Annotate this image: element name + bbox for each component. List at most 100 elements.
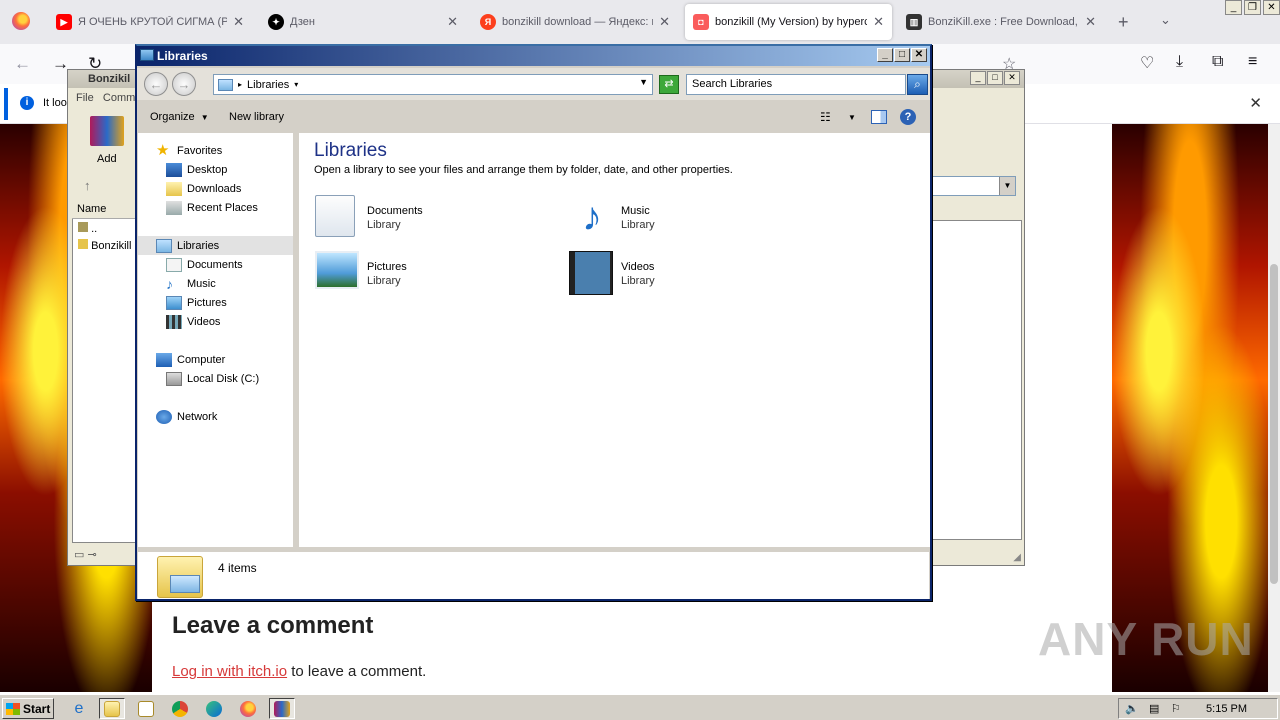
itch-icon: ◘ bbox=[693, 14, 709, 30]
winrar-add-icon[interactable] bbox=[90, 116, 124, 146]
nav-favorites[interactable]: ★ Favorites bbox=[156, 141, 222, 160]
close-tab-icon[interactable]: ✕ bbox=[873, 14, 884, 30]
maximize-icon[interactable]: □ bbox=[987, 71, 1003, 85]
firefox-icon[interactable] bbox=[12, 12, 30, 30]
tab-itch-active[interactable]: ◘ bonzikill (My Version) by hyperc ✕ bbox=[685, 4, 892, 40]
library-kind: Library bbox=[367, 219, 401, 231]
organize-button[interactable]: Organize ▼ bbox=[150, 111, 209, 123]
nav-label: Downloads bbox=[187, 182, 242, 195]
nav-documents[interactable]: Documents bbox=[166, 255, 243, 274]
minimize-icon[interactable]: _ bbox=[970, 71, 986, 85]
up-arrow-icon[interactable]: ↑ bbox=[84, 178, 91, 193]
close-tab-icon[interactable]: ✕ bbox=[447, 14, 458, 30]
nav-desktop[interactable]: Desktop bbox=[166, 160, 227, 179]
new-library-button[interactable]: New library bbox=[229, 111, 284, 123]
network-tray-icon[interactable]: ▤ bbox=[1149, 702, 1159, 715]
nav-computer[interactable]: Computer bbox=[156, 350, 225, 369]
address-bar[interactable]: ▸ Libraries ▾ ▼ bbox=[213, 74, 653, 95]
volume-icon[interactable]: 🔈 bbox=[1125, 702, 1139, 715]
library-documents[interactable]: Documents Library bbox=[315, 195, 515, 243]
menu-icon[interactable]: ≡ bbox=[1248, 53, 1257, 71]
library-name: Videos bbox=[621, 261, 655, 273]
command-bar: Organize ▼ New library ☷ ▼ ? bbox=[137, 102, 930, 132]
close-tab-icon[interactable]: ✕ bbox=[659, 14, 670, 30]
search-icon[interactable]: ⌕ bbox=[907, 74, 928, 95]
back-icon[interactable]: ← bbox=[144, 72, 168, 96]
tab-yandex[interactable]: Я bonzikill download — Яндекс: на ✕ bbox=[472, 4, 678, 40]
close-icon[interactable]: ✕ bbox=[911, 48, 927, 62]
resize-grip-icon[interactable]: ◢ bbox=[1013, 552, 1021, 563]
taskbar-winrar[interactable] bbox=[269, 698, 295, 719]
taskbar-edge[interactable] bbox=[201, 698, 227, 719]
breadcrumb-chevron-icon[interactable]: ▸ bbox=[238, 80, 242, 89]
libraries-folder-large-icon bbox=[157, 556, 203, 598]
taskbar-firefox[interactable] bbox=[235, 698, 261, 719]
view-chevron-down-icon[interactable]: ▼ bbox=[848, 113, 856, 122]
address-text[interactable]: Libraries bbox=[247, 79, 289, 91]
tab-dzen[interactable]: ✦ Дзен ✕ bbox=[260, 4, 466, 40]
library-kind: Library bbox=[367, 275, 401, 287]
nav-recent-places[interactable]: Recent Places bbox=[166, 198, 258, 217]
tab-youtube[interactable]: ▶ Я ОЧЕНЬ КРУТОЙ СИГМА (PHONK ✕ bbox=[48, 4, 252, 40]
pocket-icon[interactable]: ♡ bbox=[1140, 53, 1154, 73]
breadcrumb-chevron-down-icon[interactable]: ▾ bbox=[294, 80, 298, 89]
restore-icon[interactable]: ❐ bbox=[1244, 0, 1261, 15]
nav-label: Videos bbox=[187, 315, 221, 328]
nav-videos[interactable]: Videos bbox=[166, 312, 220, 331]
music-library-icon: ♪ bbox=[582, 195, 602, 239]
library-music[interactable]: ♪ Music Library bbox=[569, 195, 769, 243]
help-icon[interactable]: ? bbox=[900, 109, 916, 125]
list-tabs-chevron-icon[interactable]: ⌄ bbox=[1160, 12, 1171, 28]
nav-network[interactable]: Network bbox=[156, 407, 217, 426]
refresh-icon[interactable]: ⇄ bbox=[659, 75, 679, 94]
taskbar-media-player[interactable] bbox=[133, 698, 159, 719]
close-notification-icon[interactable]: ✕ bbox=[1249, 94, 1262, 112]
forward-icon[interactable]: → bbox=[172, 72, 196, 96]
close-tab-icon[interactable]: ✕ bbox=[233, 14, 244, 30]
nav-downloads[interactable]: Downloads bbox=[166, 179, 241, 198]
page-scrollbar[interactable] bbox=[1268, 124, 1280, 692]
taskbar-explorer[interactable] bbox=[99, 698, 125, 719]
downloads-icon[interactable]: ⤓ bbox=[1176, 53, 1183, 71]
menu-file[interactable]: File bbox=[76, 92, 94, 104]
library-pictures[interactable]: Pictures Library bbox=[315, 251, 515, 299]
view-options-icon[interactable]: ☷ bbox=[820, 110, 836, 124]
start-button[interactable]: Start bbox=[2, 698, 54, 719]
close-tab-icon[interactable]: ✕ bbox=[1085, 14, 1096, 30]
minimize-icon[interactable]: _ bbox=[1225, 0, 1242, 15]
clock[interactable]: 5:15 PM bbox=[1206, 703, 1247, 715]
tab-archive[interactable]: ▥ BonziKill.exe : Free Download, B ✕ bbox=[898, 4, 1104, 40]
nav-pictures[interactable]: Pictures bbox=[166, 293, 227, 312]
back-icon[interactable]: ← bbox=[14, 54, 31, 74]
winrar-path-combo[interactable]: ▼ bbox=[926, 176, 1016, 196]
close-icon[interactable]: ✕ bbox=[1263, 0, 1280, 15]
menu-commands[interactable]: Comm bbox=[103, 92, 135, 104]
search-input[interactable]: Search Libraries bbox=[686, 74, 906, 95]
login-link[interactable]: Log in with itch.io bbox=[172, 663, 287, 680]
preview-pane-icon[interactable] bbox=[871, 110, 887, 124]
action-center-flag-icon[interactable]: ⚐ bbox=[1171, 702, 1181, 715]
library-name: Pictures bbox=[367, 261, 407, 273]
nav-libraries[interactable]: Libraries bbox=[138, 236, 293, 255]
status-drive-icon: ▭ ⊸ bbox=[74, 549, 97, 561]
nav-local-disk[interactable]: Local Disk (C:) bbox=[166, 369, 259, 388]
chevron-down-icon[interactable]: ▼ bbox=[999, 177, 1015, 195]
column-header-name[interactable]: Name bbox=[72, 203, 136, 219]
taskbar-chrome[interactable] bbox=[167, 698, 193, 719]
library-videos[interactable]: Videos Library bbox=[569, 251, 769, 299]
address-history-chevron-icon[interactable]: ▼ bbox=[639, 77, 648, 87]
libraries-titlebar[interactable]: Libraries _ □ ✕ bbox=[137, 46, 930, 66]
close-icon[interactable]: ✕ bbox=[1004, 71, 1020, 85]
extensions-icon[interactable]: ⧉ bbox=[1212, 53, 1223, 71]
list-item-bonzikill[interactable]: Bonzikill bbox=[78, 239, 131, 252]
list-item-up[interactable]: .. bbox=[78, 222, 97, 235]
new-tab-icon[interactable]: + bbox=[1118, 12, 1129, 33]
minimize-icon[interactable]: _ bbox=[877, 48, 893, 62]
recent-places-icon bbox=[166, 200, 182, 215]
scrollbar-thumb[interactable] bbox=[1270, 264, 1278, 584]
taskbar-ie[interactable]: e bbox=[66, 698, 92, 719]
winrar-file-list[interactable] bbox=[72, 203, 136, 543]
nav-music[interactable]: ♪ Music bbox=[166, 274, 216, 293]
libraries-content: Libraries Open a library to see your fil… bbox=[299, 133, 930, 547]
maximize-icon[interactable]: □ bbox=[894, 48, 910, 62]
